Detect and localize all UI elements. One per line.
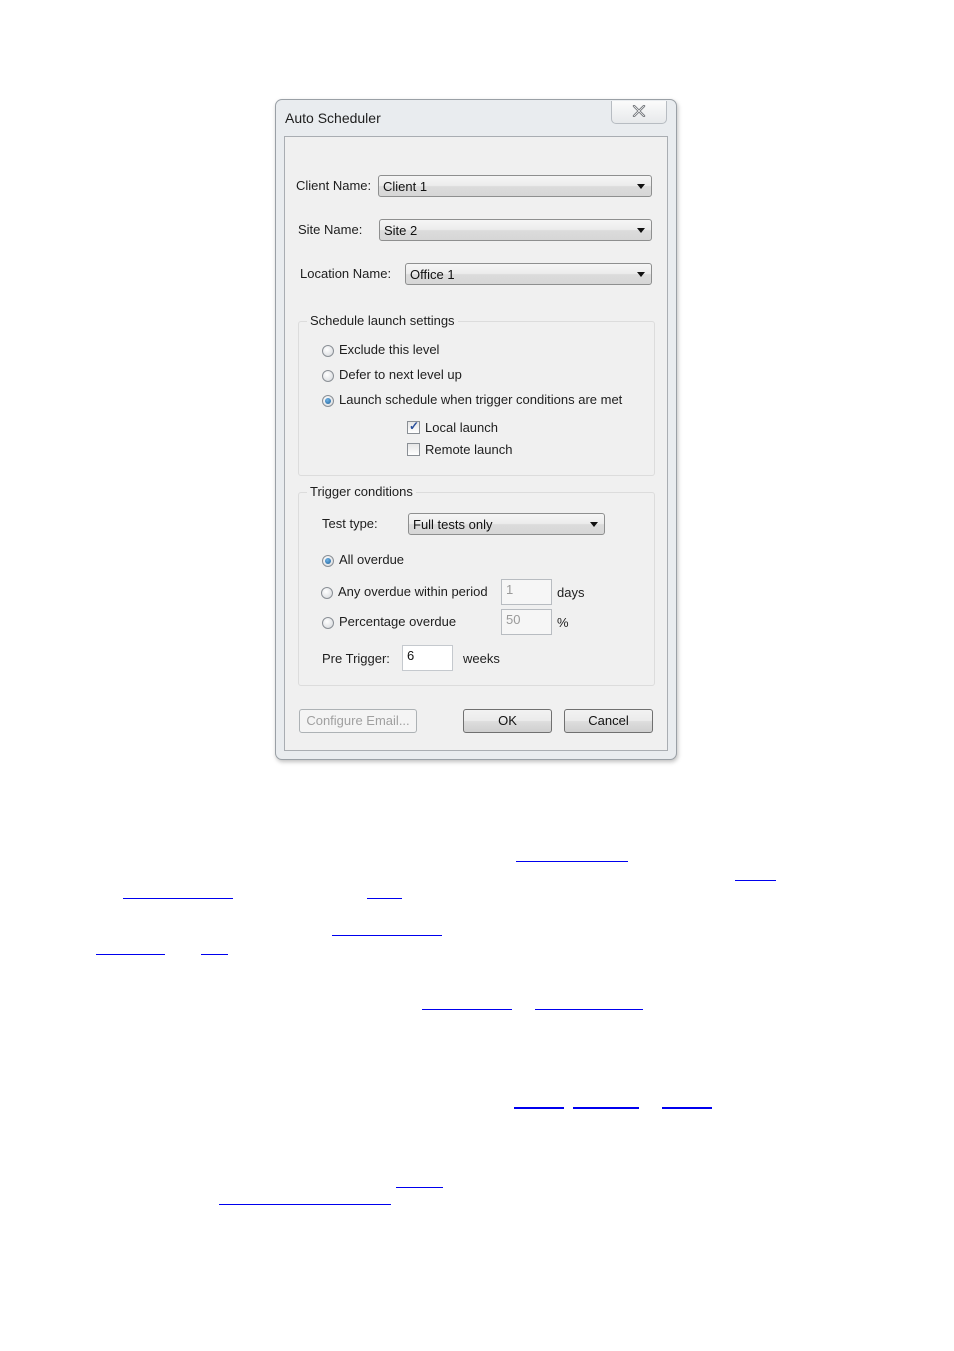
ok-button[interactable]: OK bbox=[463, 709, 552, 733]
checkbox-label-local-launch: Local launch bbox=[425, 420, 498, 435]
radio-defer-to-next-level[interactable] bbox=[322, 370, 334, 382]
checkbox-remote-launch[interactable] bbox=[407, 443, 420, 456]
hyperlink[interactable] bbox=[201, 954, 228, 955]
trigger-conditions-group: Trigger conditions Test type: Full tests… bbox=[298, 484, 655, 686]
test-type-dropdown[interactable]: Full tests only bbox=[408, 513, 605, 535]
schedule-launch-settings-group: Schedule launch settings Exclude this le… bbox=[298, 313, 655, 476]
radio-all-overdue[interactable] bbox=[322, 555, 334, 567]
radio-label-all-overdue: All overdue bbox=[339, 552, 405, 567]
window-title: Auto Scheduler bbox=[285, 110, 381, 126]
hyperlink[interactable] bbox=[516, 861, 628, 862]
close-x-icon bbox=[632, 105, 646, 117]
weeks-unit-label: weeks bbox=[463, 651, 500, 666]
hyperlink[interactable] bbox=[219, 1204, 391, 1205]
period-days-field[interactable]: 1 bbox=[501, 579, 552, 605]
checkmark-icon: ✓ bbox=[409, 419, 420, 433]
checkbox-local-launch[interactable]: ✓ bbox=[407, 419, 420, 434]
location-name-label: Location Name: bbox=[300, 266, 392, 281]
dialog-body: Client Name: Client 1 Site Name: Site 2 … bbox=[284, 136, 668, 751]
configure-email-button[interactable]: Configure Email... bbox=[299, 709, 417, 733]
radio-label-exclude: Exclude this level bbox=[339, 342, 440, 357]
schedule-launch-settings-title: Schedule launch settings bbox=[307, 313, 458, 328]
location-name-value: Office 1 bbox=[410, 267, 455, 282]
days-unit-label: days bbox=[557, 585, 585, 600]
hyperlink[interactable] bbox=[735, 880, 776, 881]
auto-scheduler-dialog: Auto Scheduler Client Name: Client 1 Sit… bbox=[275, 99, 677, 760]
chevron-down-icon bbox=[590, 522, 598, 527]
site-name-dropdown[interactable]: Site 2 bbox=[379, 219, 652, 241]
client-name-label: Client Name: bbox=[296, 178, 372, 193]
client-name-dropdown[interactable]: Client 1 bbox=[378, 175, 652, 197]
hyperlink[interactable] bbox=[396, 1187, 443, 1188]
close-button[interactable] bbox=[611, 101, 667, 124]
test-type-value: Full tests only bbox=[413, 517, 493, 532]
hyperlink[interactable] bbox=[123, 898, 233, 899]
hyperlink[interactable] bbox=[332, 935, 442, 936]
radio-percentage-overdue[interactable] bbox=[322, 617, 334, 629]
chevron-down-icon bbox=[637, 228, 645, 233]
radio-launch-when-trigger-met[interactable] bbox=[322, 395, 334, 407]
chevron-down-icon bbox=[637, 184, 645, 189]
hyperlink[interactable] bbox=[514, 1107, 564, 1109]
hyperlink[interactable] bbox=[422, 1009, 512, 1010]
radio-exclude-this-level[interactable] bbox=[322, 345, 334, 357]
hyperlink[interactable] bbox=[573, 1107, 639, 1109]
site-name-label: Site Name: bbox=[298, 222, 363, 237]
radio-label-launch: Launch schedule when trigger conditions … bbox=[339, 392, 623, 407]
pre-trigger-field[interactable]: 6 bbox=[402, 645, 453, 671]
hyperlink[interactable] bbox=[662, 1107, 712, 1109]
hyperlink[interactable] bbox=[367, 898, 402, 899]
radio-label-percentage: Percentage overdue bbox=[339, 614, 457, 629]
radio-any-overdue-within-period[interactable] bbox=[321, 587, 333, 599]
pre-trigger-label: Pre Trigger: bbox=[322, 651, 390, 666]
chevron-down-icon bbox=[637, 272, 645, 277]
percentage-field[interactable]: 50 bbox=[501, 609, 552, 635]
location-name-dropdown[interactable]: Office 1 bbox=[405, 263, 652, 285]
radio-label-any-overdue: Any overdue within period bbox=[338, 584, 488, 599]
site-name-value: Site 2 bbox=[384, 223, 418, 238]
percent-unit-label: % bbox=[557, 615, 569, 630]
hyperlink[interactable] bbox=[96, 954, 165, 955]
radio-label-defer: Defer to next level up bbox=[339, 367, 462, 382]
trigger-conditions-title: Trigger conditions bbox=[307, 484, 416, 499]
hyperlink[interactable] bbox=[535, 1009, 643, 1010]
cancel-button[interactable]: Cancel bbox=[564, 709, 653, 733]
checkbox-label-remote-launch: Remote launch bbox=[425, 442, 513, 457]
client-name-value: Client 1 bbox=[383, 179, 428, 194]
test-type-label: Test type: bbox=[322, 516, 378, 531]
